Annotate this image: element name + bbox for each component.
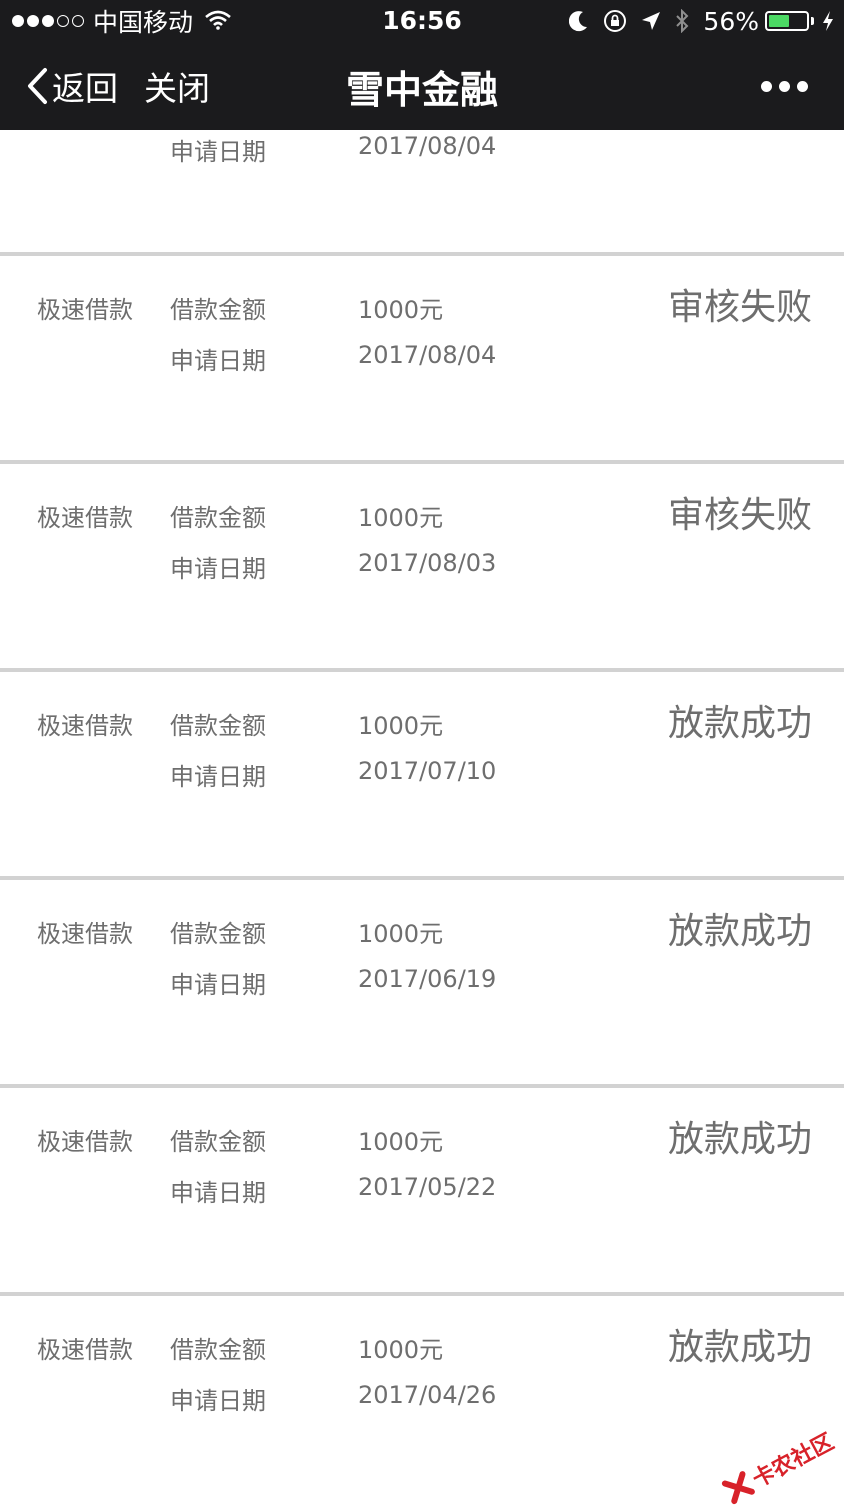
location-icon: [641, 11, 661, 31]
status-label: 审核失败: [668, 278, 812, 330]
amount-key: 借款金额: [170, 1122, 266, 1157]
status-label: 放款成功: [668, 1110, 812, 1162]
amount-key: 借款金额: [170, 290, 266, 325]
list-item[interactable]: 极速借款 借款金额 1000元 申请日期 2017/05/22 放款成功: [0, 1088, 844, 1296]
battery-tip: [811, 17, 814, 25]
status-label: 审核失败: [668, 486, 812, 538]
battery-icon: [765, 11, 809, 31]
page-title: 雪中金融: [0, 42, 844, 130]
list-item[interactable]: 极速借款 借款金额 1000元 申请日期 2017/04/26 放款成功: [0, 1296, 844, 1500]
amount-value: 1000元: [358, 1122, 443, 1157]
loan-type: 极速借款: [37, 290, 133, 325]
battery-percent: 56%: [703, 7, 759, 36]
list-item[interactable]: 极速借款 借款金额 1000元 申请日期 2017/08/04 审核失败: [0, 256, 844, 464]
date-value: 2017/04/26: [358, 1381, 496, 1409]
charging-icon: [822, 10, 834, 32]
date-value: 2017/06/19: [358, 965, 496, 993]
list-item[interactable]: 极速借款 借款金额 1000元 申请日期 2017/06/19 放款成功: [0, 880, 844, 1088]
date-key: 申请日期: [170, 341, 266, 376]
loan-type: 极速借款: [37, 914, 133, 949]
status-label: 放款成功: [668, 1318, 812, 1370]
moon-icon: [569, 10, 589, 32]
status-bar: 中国移动 16:56: [0, 0, 844, 42]
date-value: 2017/08/03: [358, 549, 496, 577]
list-item[interactable]: 极速借款 借款金额 1000元 申请日期 2017/07/10 放款成功: [0, 672, 844, 880]
status-bar-right: 56%: [555, 4, 834, 38]
amount-key: 借款金额: [170, 1330, 266, 1365]
rotation-lock-icon: [603, 9, 627, 33]
date-value: 2017/07/10: [358, 757, 496, 785]
date-key: 申请日期: [170, 757, 266, 792]
loan-record-list: 申请日期 2017/08/04 极速借款 借款金额 1000元 申请日期 201…: [0, 130, 844, 1500]
amount-value: 1000元: [358, 914, 443, 949]
date-key: 申请日期: [170, 549, 266, 584]
battery-level: [769, 15, 789, 27]
date-value: 2017/08/04: [358, 132, 496, 160]
date-key: 申请日期: [170, 965, 266, 1000]
amount-value: 1000元: [358, 1330, 443, 1365]
status-label: 放款成功: [668, 902, 812, 954]
date-value: 2017/05/22: [358, 1173, 496, 1201]
date-key: 申请日期: [170, 132, 266, 167]
list-item-partial[interactable]: 申请日期 2017/08/04: [0, 130, 844, 256]
loan-type: 极速借款: [37, 1122, 133, 1157]
more-dots-icon[interactable]: [754, 42, 808, 130]
nav-bar: 返回 关闭 雪中金融: [0, 42, 844, 130]
loan-type: 极速借款: [37, 498, 133, 533]
date-key: 申请日期: [170, 1173, 266, 1208]
bluetooth-icon: [675, 9, 689, 33]
amount-value: 1000元: [358, 706, 443, 741]
amount-key: 借款金额: [170, 914, 266, 949]
amount-key: 借款金额: [170, 706, 266, 741]
list-item[interactable]: 极速借款 借款金额 1000元 申请日期 2017/08/03 审核失败: [0, 464, 844, 672]
date-key: 申请日期: [170, 1381, 266, 1416]
loan-type: 极速借款: [37, 1330, 133, 1365]
amount-key: 借款金额: [170, 498, 266, 533]
loan-type: 极速借款: [37, 706, 133, 741]
amount-value: 1000元: [358, 290, 443, 325]
status-label: 放款成功: [668, 694, 812, 746]
date-value: 2017/08/04: [358, 341, 496, 369]
amount-value: 1000元: [358, 498, 443, 533]
